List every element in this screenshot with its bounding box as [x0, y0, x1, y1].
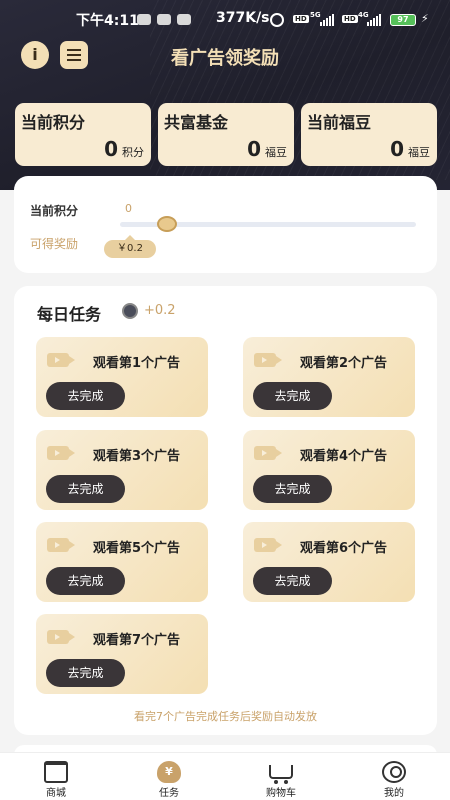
video-camera-icon — [254, 446, 282, 460]
stat-value: 0 — [247, 137, 261, 161]
cart-icon — [269, 765, 293, 784]
stat-unit: 福豆 — [408, 146, 430, 159]
go-complete-button[interactable]: 去完成 — [46, 382, 125, 410]
stat-card-fund: 共富基金 0 福豆 — [158, 103, 294, 166]
stat-unit: 福豆 — [265, 146, 287, 159]
video-camera-icon — [47, 353, 75, 367]
task-item: 观看第2个广告 去完成 — [243, 337, 415, 417]
task-label: 观看第5个广告 — [93, 541, 181, 556]
progress-label: 当前积分 — [30, 204, 79, 218]
tab-label: 我的 — [384, 788, 404, 799]
stat-card-points: 当前积分 0 积分 — [15, 103, 151, 166]
battery-icon: 97 — [390, 14, 416, 26]
task-item: 观看第1个广告 去完成 — [36, 337, 208, 417]
progress-knob — [157, 216, 177, 232]
video-camera-icon — [47, 446, 75, 460]
stat-unit: 积分 — [122, 146, 144, 159]
reward-label: 可得奖励 — [30, 237, 79, 251]
daily-tasks-title: 每日任务 — [37, 305, 102, 324]
tab-me[interactable]: 我的 — [349, 753, 439, 800]
stat-card-beans: 当前福豆 0 福豆 — [301, 103, 437, 166]
task-label: 观看第4个广告 — [300, 449, 388, 464]
status-bar: 下午4:11 377K/s HD 5G HD 4G 97 ⚡ — [0, 8, 450, 32]
page-title: 看广告领奖励 — [171, 48, 279, 69]
store-icon — [44, 761, 68, 783]
task-item: 观看第3个广告 去完成 — [36, 430, 208, 510]
stat-value: 0 — [104, 137, 118, 161]
charging-icon: ⚡ — [421, 12, 429, 25]
alarm-icon — [270, 13, 284, 27]
task-item: 观看第6个广告 去完成 — [243, 522, 415, 602]
notification-icon — [157, 14, 171, 25]
stat-label: 共富基金 — [164, 113, 229, 132]
tasks-footnote: 看完7个广告完成任务后奖励自动发放 — [134, 710, 317, 723]
task-item: 观看第4个广告 去完成 — [243, 430, 415, 510]
task-label: 观看第2个广告 — [300, 356, 388, 371]
go-complete-button[interactable]: 去完成 — [253, 475, 332, 503]
signal-icon — [367, 14, 381, 26]
go-complete-button[interactable]: 去完成 — [253, 567, 332, 595]
progress-card: 当前积分 0 可得奖励 ￥0.2 — [14, 176, 437, 273]
progress-current: 0 — [125, 202, 132, 215]
hd-badge: HD — [342, 15, 358, 23]
task-label: 观看第3个广告 — [93, 449, 181, 464]
video-camera-icon — [254, 538, 282, 552]
video-camera-icon — [47, 630, 75, 644]
go-complete-button[interactable]: 去完成 — [253, 382, 332, 410]
video-camera-icon — [254, 353, 282, 367]
go-complete-button[interactable]: 去完成 — [46, 567, 125, 595]
network-speed: 377K/s — [216, 10, 270, 26]
task-label: 观看第6个广告 — [300, 541, 388, 556]
tab-store[interactable]: 商城 — [11, 753, 101, 800]
go-complete-button[interactable]: 去完成 — [46, 475, 125, 503]
notification-icon — [177, 14, 191, 25]
daily-bonus: +0.2 — [144, 303, 176, 318]
tab-cart[interactable]: 购物车 — [236, 753, 326, 800]
bottom-tab-bar: 商城 ¥ 任务 购物车 我的 — [0, 752, 450, 800]
tab-label: 购物车 — [266, 788, 296, 799]
task-label: 观看第1个广告 — [93, 356, 181, 371]
stat-label: 当前福豆 — [307, 113, 372, 132]
daily-tasks-card: 每日任务 +0.2 观看第1个广告 去完成 观看第2个广告 去完成 观看第3个广… — [14, 286, 437, 735]
tab-tasks[interactable]: ¥ 任务 — [124, 753, 214, 800]
task-item: 观看第5个广告 去完成 — [36, 522, 208, 602]
status-time: 下午4:11 — [76, 13, 139, 29]
tab-label: 商城 — [46, 788, 66, 799]
signal-icon — [320, 14, 334, 26]
stat-label: 当前积分 — [21, 113, 86, 132]
video-camera-icon — [47, 538, 75, 552]
tab-label: 任务 — [159, 788, 179, 799]
task-label: 观看第7个广告 — [93, 633, 181, 648]
task-item: 观看第7个广告 去完成 — [36, 614, 208, 694]
stat-value: 0 — [390, 137, 404, 161]
reward-bubble: ￥0.2 — [104, 235, 156, 258]
go-complete-button[interactable]: 去完成 — [46, 659, 125, 687]
notification-icon — [137, 14, 151, 25]
user-icon — [382, 761, 406, 783]
coin-icon — [122, 303, 138, 319]
money-bag-icon: ¥ — [157, 761, 181, 783]
hd-badge: HD — [293, 15, 309, 23]
